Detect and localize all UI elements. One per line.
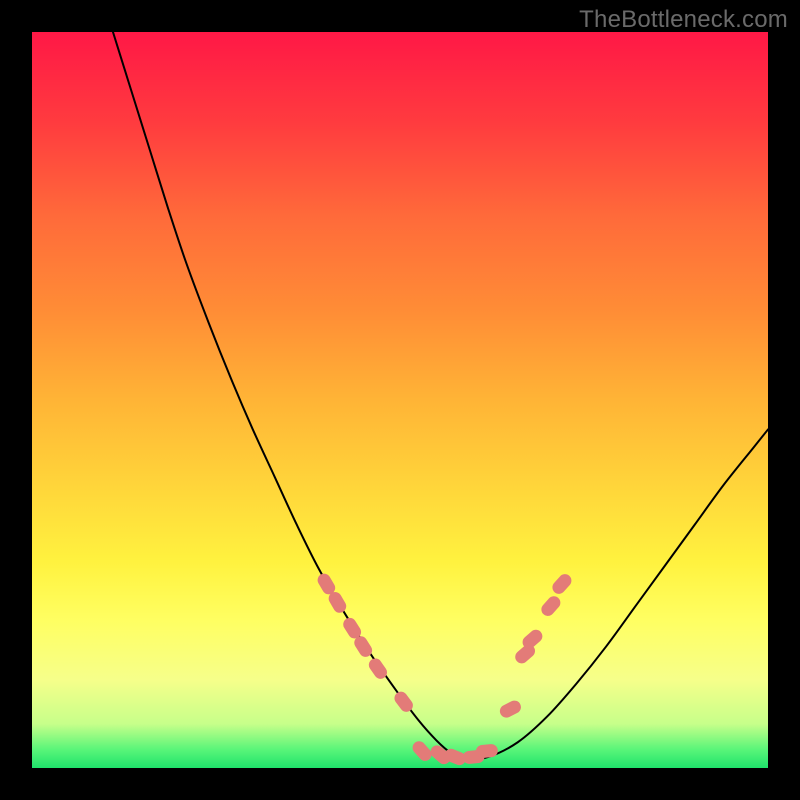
watermark-label: TheBottleneck.com <box>579 6 788 34</box>
bottleneck-chart <box>32 32 768 768</box>
gradient-background <box>32 32 768 768</box>
plot-area <box>32 32 768 768</box>
chart-frame: TheBottleneck.com <box>0 0 800 800</box>
